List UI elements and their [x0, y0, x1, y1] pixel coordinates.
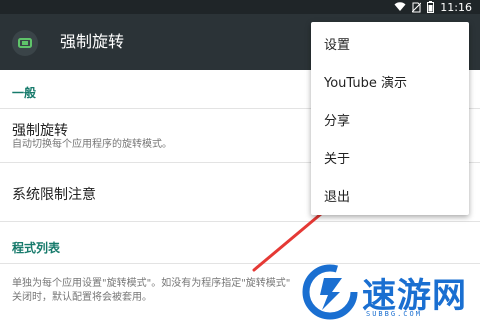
menu-item-youtube-demo[interactable]: YouTube 演示	[311, 62, 469, 100]
system-limit-title[interactable]: 系统限制注意	[12, 184, 96, 204]
app-title: 强制旋转	[60, 32, 125, 51]
menu-item-exit[interactable]: 退出	[311, 176, 469, 214]
status-bar: 11:16	[0, 0, 480, 14]
watermark-logo-icon	[302, 264, 358, 320]
watermark: 速游网 SUBBG.COM	[300, 262, 476, 332]
status-icons: 11:16	[394, 0, 472, 14]
battery-icon	[427, 1, 435, 13]
section-header-app-list: 程式列表	[12, 241, 61, 255]
section-header-general: 一般	[12, 86, 37, 100]
force-rotation-subtitle: 自动切换每个应用程序的旋转模式。	[12, 139, 172, 150]
wifi-icon	[394, 2, 406, 11]
rotate-app-icon[interactable]	[12, 30, 38, 56]
no-sim-icon	[412, 2, 422, 12]
overflow-menu: 设置 YouTube 演示 分享 关于 退出	[311, 22, 469, 215]
app-list-description-line2: 关闭时，默认配置将会被套用。	[12, 292, 152, 303]
status-time: 11:16	[440, 0, 472, 14]
watermark-url: SUBBG.COM	[366, 310, 422, 318]
menu-item-about[interactable]: 关于	[311, 138, 469, 176]
menu-item-settings[interactable]: 设置	[311, 24, 469, 62]
menu-item-share[interactable]: 分享	[311, 100, 469, 138]
force-rotation-title[interactable]: 强制旋转	[12, 120, 68, 140]
